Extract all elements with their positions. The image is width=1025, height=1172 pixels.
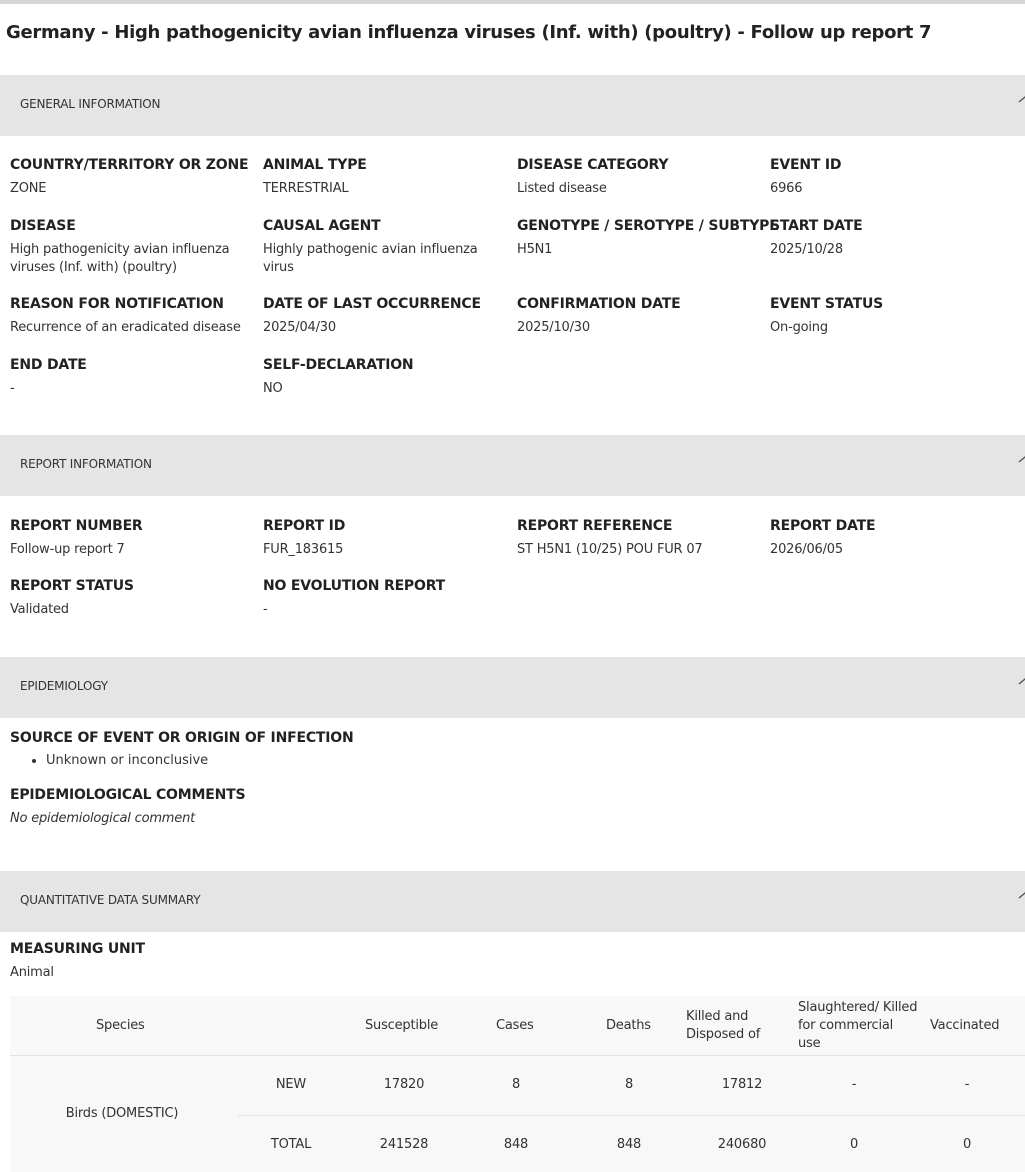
cell-killed-disposed: 240680 [717,1137,767,1152]
section-header-report-information[interactable]: REPORT INFORMATION [0,435,1025,496]
field-end-date: END DATE - [10,357,87,396]
field-reason-for-notification: REASON FOR NOTIFICATION Recurrence of an… [10,296,241,335]
cell-cases: 848 [503,1137,529,1152]
column-header-deaths: Deaths [606,1018,651,1033]
chevron-up-icon[interactable] [1017,675,1025,687]
column-header-cases: Cases [496,1018,534,1033]
cell-susceptible: 17820 [383,1077,425,1092]
field-date-of-last-occurrence: DATE OF LAST OCCURRENCE 2025/04/30 [263,296,481,335]
section-header-general-information[interactable]: GENERAL INFORMATION [0,75,1025,136]
chevron-up-icon[interactable] [1017,93,1025,105]
field-event-status: EVENT STATUS On-going [770,296,883,335]
cell-susceptible: 241528 [379,1137,429,1152]
cell-killed-disposed: 17812 [721,1077,763,1092]
field-report-status: REPORT STATUS Validated [10,578,134,617]
source-list: Unknown or inconclusive [10,753,610,768]
list-item: Unknown or inconclusive [46,753,610,768]
page-title: Germany - High pathogenicity avian influ… [6,22,932,43]
cell-slaughtered: - [851,1077,857,1092]
section-header-epidemiology[interactable]: EPIDEMIOLOGY [0,657,1025,718]
field-disease-category: DISEASE CATEGORY Listed disease [517,157,669,196]
field-report-reference: REPORT REFERENCE ST H5N1 (10/25) POU FUR… [517,518,703,557]
field-start-date: START DATE 2025/10/28 [770,218,863,257]
field-no-evolution-report: NO EVOLUTION REPORT - [263,578,445,617]
field-self-declaration: SELF-DECLARATION NO [263,357,414,396]
section-title: GENERAL INFORMATION [20,97,161,111]
column-header-vaccinated: Vaccinated [930,1018,1000,1033]
column-header-species: Species [96,1018,145,1033]
section-header-quantitative-data-summary[interactable]: QUANTITATIVE DATA SUMMARY [0,871,1025,932]
field-event-id: EVENT ID 6966 [770,157,842,196]
row-divider [238,1115,1025,1116]
column-header-slaughtered: Slaughtered/ Killed for commercial use [798,1000,918,1051]
chevron-up-icon[interactable] [1017,889,1025,901]
field-causal-agent: CAUSAL AGENT Highly pathogenic avian inf… [263,218,478,275]
row-kind: TOTAL [270,1137,312,1152]
cell-vaccinated: 0 [962,1137,972,1152]
field-report-date: REPORT DATE 2026/06/05 [770,518,876,557]
row-kind: NEW [275,1077,307,1092]
field-epidemiological-comments: EPIDEMIOLOGICAL COMMENTS No epidemiologi… [10,787,246,826]
cell-cases: 8 [511,1077,521,1092]
section-title: REPORT INFORMATION [20,457,152,471]
species-cell: Birds (DOMESTIC) [65,1106,179,1121]
top-bar [0,0,1025,4]
field-source-of-event: SOURCE OF EVENT OR ORIGIN OF INFECTION U… [10,730,610,768]
column-header-killed-disposed: Killed and Disposed of [686,1009,761,1042]
field-disease: DISEASE High pathogenicity avian influen… [10,218,230,275]
chevron-up-icon[interactable] [1017,453,1025,465]
field-report-number: REPORT NUMBER Follow-up report 7 [10,518,143,557]
field-confirmation-date: CONFIRMATION DATE 2025/10/30 [517,296,681,335]
section-title: QUANTITATIVE DATA SUMMARY [20,893,201,907]
field-measuring-unit: MEASURING UNIT Animal [10,941,145,980]
cell-deaths: 848 [616,1137,642,1152]
cell-deaths: 8 [624,1077,634,1092]
field-report-id: REPORT ID FUR_183615 [263,518,346,557]
field-animal-type: ANIMAL TYPE TERRESTRIAL [263,157,367,196]
field-country-zone: COUNTRY/TERRITORY OR ZONE ZONE [10,157,249,196]
quantitative-data-table: Species Susceptible Cases Deaths Killed … [10,996,1025,1172]
section-title: EPIDEMIOLOGY [20,679,108,693]
column-header-susceptible: Susceptible [365,1018,439,1033]
header-divider [10,1055,1025,1056]
cell-vaccinated: - [964,1077,970,1092]
cell-slaughtered: 0 [849,1137,859,1152]
field-genotype-serotype-subtype: GENOTYPE / SEROTYPE / SUBTYPE H5N1 [517,218,779,257]
